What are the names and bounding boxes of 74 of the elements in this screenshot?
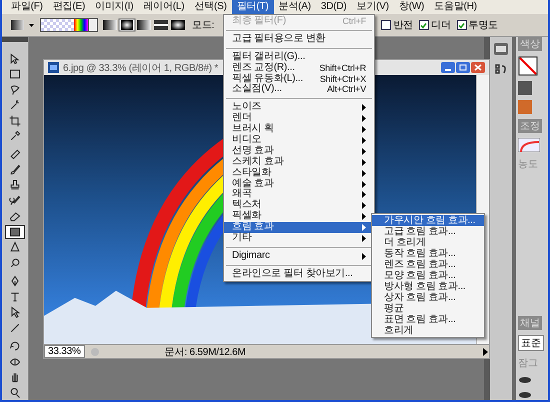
close-icon[interactable]: [471, 62, 485, 73]
density-label: 농도: [518, 158, 538, 171]
checkbox-label: 반전: [393, 19, 413, 32]
gradient-preset-icon[interactable]: [10, 18, 36, 32]
menu-entry[interactable]: 렌더: [224, 113, 374, 124]
menu-entry[interactable]: 노이즈: [224, 102, 374, 114]
minimize-icon[interactable]: [441, 62, 455, 73]
menu-entry[interactable]: 왜곡: [224, 189, 374, 200]
checkbox-label: 디더: [430, 19, 451, 32]
swatch-icon[interactable]: [518, 81, 532, 95]
document-info: 문서: 6.59M/12.6M: [164, 346, 247, 358]
menu-item[interactable]: 창(W): [394, 0, 430, 14]
menu-entry[interactable]: 비디오: [224, 135, 374, 146]
lock-label: 잠그: [518, 357, 538, 370]
menu-entry[interactable]: 렌즈 흐림 효과...: [372, 259, 484, 270]
menu-entry[interactable]: 상자 흐림 효과...: [372, 292, 484, 303]
menu-item[interactable]: 도움말(H): [429, 0, 482, 14]
rainbow-preset-icon[interactable]: [518, 138, 540, 152]
gradient-swatch[interactable]: [40, 18, 98, 32]
menu-entry[interactable]: 동작 흐림 효과...: [372, 248, 484, 259]
gradient-type-icons[interactable]: [102, 18, 186, 32]
checkbox-label: 투명도: [468, 19, 498, 32]
eye-icon[interactable]: [518, 390, 532, 400]
menu-entry[interactable]: 픽셀화: [224, 211, 374, 222]
menu-entry[interactable]: 표면 흐림 효과...: [372, 314, 484, 325]
menu-item[interactable]: 선택(S): [189, 0, 232, 14]
menu-entry[interactable]: 모양 흐림 효과...: [372, 270, 484, 281]
menu-item[interactable]: 이미지(I): [90, 0, 138, 14]
menu-entry[interactable]: 평균: [372, 303, 484, 314]
menu-item[interactable]: 3D(D): [316, 0, 352, 14]
checkbox[interactable]: [456, 20, 467, 30]
menu-entry[interactable]: Digimarc: [224, 250, 374, 262]
menu-entry[interactable]: 선명 효과: [224, 146, 374, 157]
menu-item[interactable]: 레이어(L): [138, 0, 190, 14]
menu-entry[interactable]: 필터 갤러리(G)...: [224, 52, 374, 63]
checkbox[interactable]: [418, 20, 429, 30]
blend-mode-field[interactable]: 표준: [518, 335, 544, 351]
checkbox[interactable]: [381, 20, 392, 30]
menu-entry[interactable]: 렌즈 교정(R)... Shift+Ctrl+R: [224, 62, 374, 74]
menu-entry[interactable]: 텍스처: [224, 200, 374, 212]
menu-entry[interactable]: 온라인으로 필터 찾아보기...: [224, 268, 374, 280]
app-icon: [48, 62, 59, 73]
menu-entry[interactable]: 흐리게: [372, 325, 484, 336]
maximize-icon[interactable]: [456, 62, 470, 73]
menu-entry[interactable]: 흐림 효과: [224, 222, 374, 234]
mode-label: 모드:: [192, 19, 214, 32]
gradient-icon[interactable]: [5, 224, 25, 239]
menu-entry[interactable]: 기타: [224, 233, 374, 244]
mini-bridge-icon[interactable]: [494, 43, 508, 55]
menu-entry[interactable]: 픽셀 유동화(L)... Shift+Ctrl+X: [224, 74, 374, 84]
menu-entry[interactable]: 스타일화: [224, 168, 374, 179]
menu-entry[interactable]: 가우시안 흐림 효과...: [372, 215, 484, 226]
menu-item[interactable]: 편집(E): [48, 0, 90, 14]
menu-entry[interactable]: 더 흐리게: [372, 237, 484, 248]
menu-item[interactable]: 분석(A): [274, 0, 316, 14]
menu-item[interactable]: 필터(T): [232, 0, 274, 14]
toolbar-header[interactable]: [2, 37, 28, 42]
menu-item[interactable]: 파일(F): [6, 0, 48, 14]
no-color-icon[interactable]: [518, 56, 538, 76]
menu-item[interactable]: 보기(V): [352, 0, 394, 14]
menu-entry[interactable]: 소실점(V)... Alt+Ctrl+V: [224, 84, 374, 96]
triangle-icon[interactable]: [481, 346, 489, 356]
eye-icon[interactable]: [518, 375, 532, 385]
zoom-field[interactable]: 33.33%: [44, 345, 85, 358]
menu-entry[interactable]: 예술 효과: [224, 178, 374, 190]
menu-entry[interactable]: 브러시 획: [224, 124, 374, 136]
submenu-arrow-icon: [362, 252, 366, 260]
menu-entry[interactable]: 방사형 흐림 효과...: [372, 281, 484, 292]
menu-entry[interactable]: 고급 흐림 효과...: [372, 226, 484, 237]
history-icon[interactable]: [494, 63, 508, 75]
menu-entry[interactable]: 고급 필터용으로 변환: [224, 34, 374, 45]
document-title: 6.jpg @ 33.3% (레이어 1, RGB/8#) *: [63, 62, 218, 74]
menu-entry[interactable]: 스케치 효과: [224, 156, 374, 168]
swatch-icon[interactable]: [518, 100, 532, 114]
